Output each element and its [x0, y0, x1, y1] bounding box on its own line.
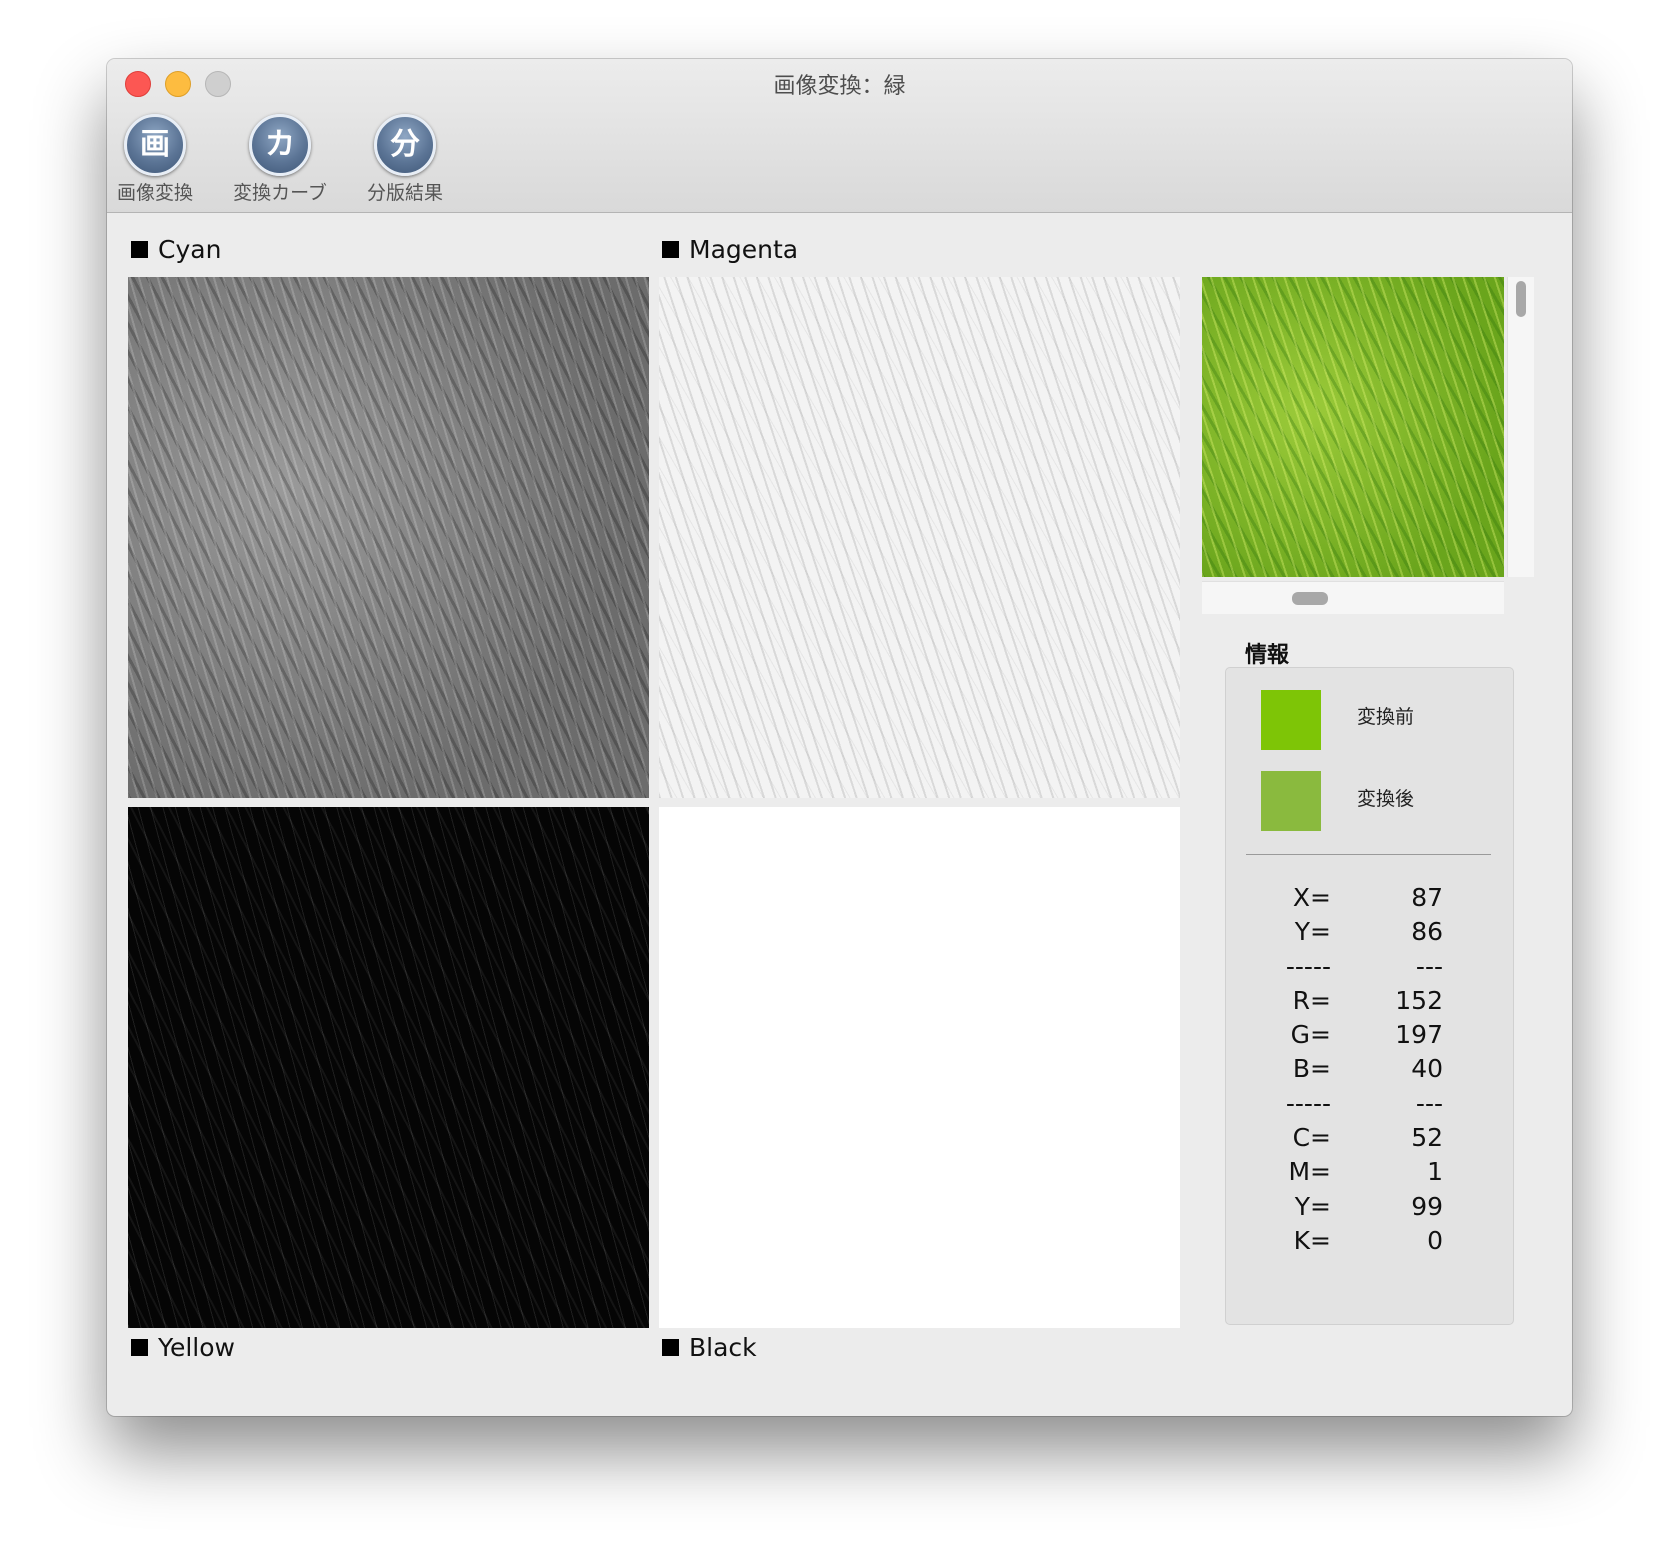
separation-icon: 分	[374, 114, 436, 176]
cyan-label: Cyan	[131, 235, 221, 264]
info-key: K=	[1293, 1225, 1331, 1255]
black-channel-image	[659, 807, 1180, 1328]
toolbar-separation-label: 分版結果	[366, 182, 443, 204]
info-value: ---	[1415, 951, 1443, 981]
image-convert-icon: 画	[124, 114, 186, 176]
yellow-label-text: Yellow	[158, 1333, 235, 1362]
cyan-label-text: Cyan	[158, 235, 222, 264]
after-color-swatch	[1261, 771, 1321, 831]
vertical-scroll-thumb[interactable]	[1516, 281, 1526, 317]
info-row: ----- ---	[1226, 1089, 1513, 1123]
info-key: Y=	[1294, 917, 1331, 947]
info-values: X= 87 Y= 86 ----- --- R= 152 G= 197 B= 40 ----…	[1226, 883, 1513, 1260]
info-key: -----	[1285, 1088, 1331, 1118]
toolbar-separation-button[interactable]: 分 分版結果	[335, 114, 475, 205]
info-row: M= 1	[1226, 1157, 1513, 1191]
after-label: 変換後	[1357, 788, 1415, 810]
black-square-icon	[662, 1339, 679, 1356]
info-box: 変換前 変換後 X= 87 Y= 86 ----- --- R= 152 G= 197 B…	[1225, 667, 1514, 1325]
toolbar-curve-label: 変換カーブ	[233, 182, 327, 204]
before-color-swatch	[1261, 690, 1321, 750]
info-value: 152	[1395, 985, 1443, 1015]
info-value: 86	[1411, 917, 1443, 947]
magenta-label-text: Magenta	[689, 235, 799, 264]
app-window: 画像変換：緑 画 画像変換 カ 変換カーブ 分 分版結果 Cyan Magent…	[107, 59, 1572, 1416]
info-row: Y= 99	[1226, 1192, 1513, 1226]
magenta-channel-image	[659, 277, 1180, 798]
curve-icon: カ	[249, 114, 311, 176]
info-row: ----- ---	[1226, 952, 1513, 986]
window-title: 画像変換：緑	[773, 74, 906, 99]
yellow-label: Yellow	[131, 1333, 235, 1362]
toolbar-image-convert-label: 画像変換	[116, 182, 193, 204]
toolbar-curve-button[interactable]: カ 変換カーブ	[210, 114, 350, 205]
info-row: Y= 86	[1226, 917, 1513, 951]
black-label: Black	[662, 1333, 757, 1362]
toolbar-image-convert-button[interactable]: 画 画像変換	[107, 114, 225, 205]
before-label: 変換前	[1357, 706, 1415, 728]
magenta-square-icon	[662, 241, 679, 258]
cyan-square-icon	[131, 241, 148, 258]
info-row: G= 197	[1226, 1020, 1513, 1054]
info-key: X=	[1292, 883, 1331, 912]
info-value: ---	[1415, 1088, 1443, 1118]
info-row: C= 52	[1226, 1123, 1513, 1157]
info-key: R=	[1292, 985, 1331, 1015]
info-value: 1	[1427, 1157, 1443, 1187]
info-value: 99	[1411, 1191, 1443, 1221]
black-label-text: Black	[689, 1333, 757, 1362]
info-row: X= 87	[1226, 883, 1513, 917]
info-value: 40	[1411, 1054, 1443, 1084]
info-key: Y=	[1294, 1191, 1331, 1221]
horizontal-scroll-thumb[interactable]	[1292, 592, 1328, 605]
original-preview-image[interactable]	[1202, 277, 1504, 577]
info-title: 情報	[1245, 643, 1290, 668]
cyan-channel-image	[128, 277, 649, 798]
preview-vertical-scrollbar[interactable]	[1507, 277, 1534, 577]
yellow-channel-image	[128, 807, 649, 1328]
info-value: 0	[1427, 1225, 1443, 1255]
info-row: K= 0	[1226, 1226, 1513, 1260]
info-key: B=	[1292, 1054, 1331, 1084]
info-row: B= 40	[1226, 1054, 1513, 1088]
preview-horizontal-scrollbar[interactable]	[1202, 581, 1504, 614]
info-value: 87	[1411, 883, 1443, 912]
info-row: R= 152	[1226, 986, 1513, 1020]
titlebar: 画像変換：緑 画 画像変換 カ 変換カーブ 分 分版結果	[107, 59, 1572, 213]
info-value: 197	[1395, 1020, 1443, 1050]
info-key: G=	[1290, 1020, 1331, 1050]
info-key: C=	[1292, 1123, 1331, 1153]
info-key: -----	[1285, 951, 1331, 981]
yellow-square-icon	[131, 1339, 148, 1356]
info-value: 52	[1411, 1123, 1443, 1153]
info-key: M=	[1288, 1157, 1331, 1187]
info-divider	[1246, 854, 1491, 855]
magenta-label: Magenta	[662, 235, 798, 264]
